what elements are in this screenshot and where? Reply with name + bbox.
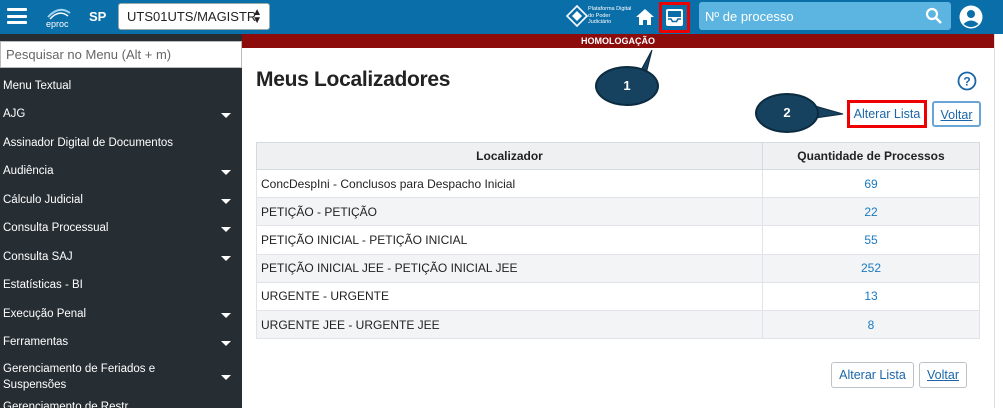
inbox-icon (666, 9, 683, 26)
sidebar: Menu Textual AJG Assinador Digital de Do… (0, 34, 242, 413)
sidebar-item-label: Gerenciamento de Restr... (3, 401, 138, 413)
sidebar-item-estatisticas[interactable]: Estatísticas - BI (0, 279, 242, 293)
chevron-down-icon (221, 375, 231, 380)
localizadores-button[interactable] (659, 2, 690, 33)
quantidade-link[interactable]: 13 (762, 281, 980, 311)
localizador-cell: PETIÇÃO INICIAL - PETIÇÃO INICIAL (256, 225, 763, 255)
pdpj-diamond-icon (566, 5, 588, 27)
svg-text:?: ? (963, 75, 970, 89)
sidebar-item-label: Consulta SAJ (3, 251, 73, 263)
page-title: Meus Localizadores (256, 68, 451, 91)
localizador-cell: ConcDespIni - Conclusos para Despacho In… (256, 168, 763, 199)
quantidade-link[interactable]: 22 (762, 197, 980, 227)
sidebar-item-consulta-saj[interactable]: Consulta SAJ (0, 251, 242, 265)
sidebar-item-label: Menu Textual (3, 80, 72, 92)
unit-select-value: UTS01UTS/MAGISTR (127, 9, 257, 24)
sidebar-item-ferramentas[interactable]: Ferramentas (0, 336, 242, 350)
sidebar-item-label: Audiência (3, 165, 54, 177)
chevron-down-icon (221, 113, 231, 118)
sidebar-item-consulta-processual[interactable]: Consulta Processual (0, 222, 242, 236)
chevron-down-icon (221, 313, 231, 318)
quantidade-link[interactable]: 8 (762, 309, 980, 340)
localizador-cell: PETIÇÃO INICIAL JEE - PETIÇÃO INICIAL JE… (256, 253, 763, 283)
sidebar-item-execucao-penal[interactable]: Execução Penal (0, 308, 242, 322)
sidebar-item-feriados[interactable]: Gerenciamento de Feriados e Suspensões (0, 361, 242, 393)
sidebar-item-assinador[interactable]: Assinador Digital de Documentos (0, 137, 242, 151)
column-header-localizador[interactable]: Localizador (256, 142, 763, 170)
sidebar-item-menu-textual[interactable]: Menu Textual (0, 80, 242, 94)
chevron-down-icon (221, 256, 231, 261)
table-row: URGENTE JEE - URGENTE JEE 8 (256, 309, 980, 340)
sidebar-item-audiencia[interactable]: Audiência (0, 165, 242, 179)
chevron-down-icon (221, 199, 231, 204)
select-caret-icon: ▲ ▼ (252, 7, 262, 26)
quantidade-link[interactable]: 69 (762, 168, 980, 199)
homologacao-banner: HOMOLOGAÇÃO (242, 34, 994, 48)
sidebar-item-label: Consulta Processual (3, 222, 109, 234)
table-header-row: Localizador Quantidade de Processos (256, 142, 980, 170)
alterar-lista-button[interactable]: Alterar Lista (847, 100, 927, 128)
chevron-down-icon (221, 170, 231, 175)
table-row: ConcDespIni - Conclusos para Despacho In… (256, 168, 980, 199)
sidebar-item-label: Gerenciamento de Feriados e Suspensões (3, 363, 156, 391)
alterar-lista-button-bottom[interactable]: Alterar Lista (831, 362, 914, 388)
process-search-input[interactable] (705, 7, 915, 25)
menu-search[interactable] (0, 41, 242, 68)
sidebar-item-label: Assinador Digital de Documentos (3, 137, 174, 149)
callout-badge-2: 2 (755, 93, 819, 133)
search-icon[interactable] (925, 7, 943, 25)
logo-text: eproc (46, 19, 69, 29)
table-row: PETIÇÃO INICIAL - PETIÇÃO INICIAL 55 (256, 225, 980, 255)
quantidade-link[interactable]: 252 (762, 253, 980, 283)
table-row: PETIÇÃO INICIAL JEE - PETIÇÃO INICIAL JE… (256, 253, 980, 283)
sidebar-item-label: Estatísticas - BI (3, 279, 83, 291)
help-icon[interactable]: ? (957, 71, 977, 91)
sidebar-item-calculo-judicial[interactable]: Cálculo Judicial (0, 194, 242, 208)
sidebar-item-label: Execução Penal (3, 308, 87, 320)
table-row: PETIÇÃO - PETIÇÃO 22 (256, 197, 980, 227)
voltar-button[interactable]: Voltar (932, 101, 981, 127)
pdpj-logo: Plataforma Digital do Poder Judiciário (566, 4, 632, 30)
chevron-down-icon (221, 227, 231, 232)
callout-badge-1: 1 (595, 66, 659, 106)
sidebar-item-restricoes[interactable]: Gerenciamento de Restr... (0, 401, 242, 415)
sidebar-item-ajg[interactable]: AJG (0, 108, 242, 122)
sidebar-item-label: AJG (3, 108, 26, 120)
eproc-logo[interactable]: eproc (44, 3, 74, 31)
state-label: SP (89, 9, 107, 24)
chevron-down-icon (221, 341, 231, 346)
top-bar: eproc SP UTS01UTS/MAGISTR ▲ ▼ Plataforma … (0, 0, 1003, 34)
pdpj-text: Plataforma Digital do Poder Judiciário (588, 6, 632, 25)
sidebar-item-label: Ferramentas (3, 336, 69, 348)
localizador-cell: PETIÇÃO - PETIÇÃO (256, 197, 763, 227)
user-account-icon[interactable] (959, 5, 983, 29)
quantidade-link[interactable]: 55 (762, 225, 980, 255)
localizadores-table: Localizador Quantidade de Processos Conc… (256, 142, 980, 340)
localizador-cell: URGENTE - URGENTE (256, 281, 763, 311)
unit-select[interactable]: UTS01UTS/MAGISTR ▲ ▼ (118, 3, 270, 30)
localizador-cell: URGENTE JEE - URGENTE JEE (256, 309, 763, 340)
column-header-quantidade[interactable]: Quantidade de Processos (762, 142, 980, 170)
voltar-button-bottom[interactable]: Voltar (919, 362, 967, 388)
table-row: URGENTE - URGENTE 13 (256, 281, 980, 311)
sidebar-item-label: Cálculo Judicial (3, 194, 83, 206)
menu-search-input[interactable] (1, 42, 241, 67)
scrollbar[interactable] (994, 34, 1003, 408)
home-icon[interactable] (634, 6, 656, 28)
process-search[interactable] (699, 2, 951, 30)
hamburger-menu-icon[interactable] (7, 8, 27, 24)
